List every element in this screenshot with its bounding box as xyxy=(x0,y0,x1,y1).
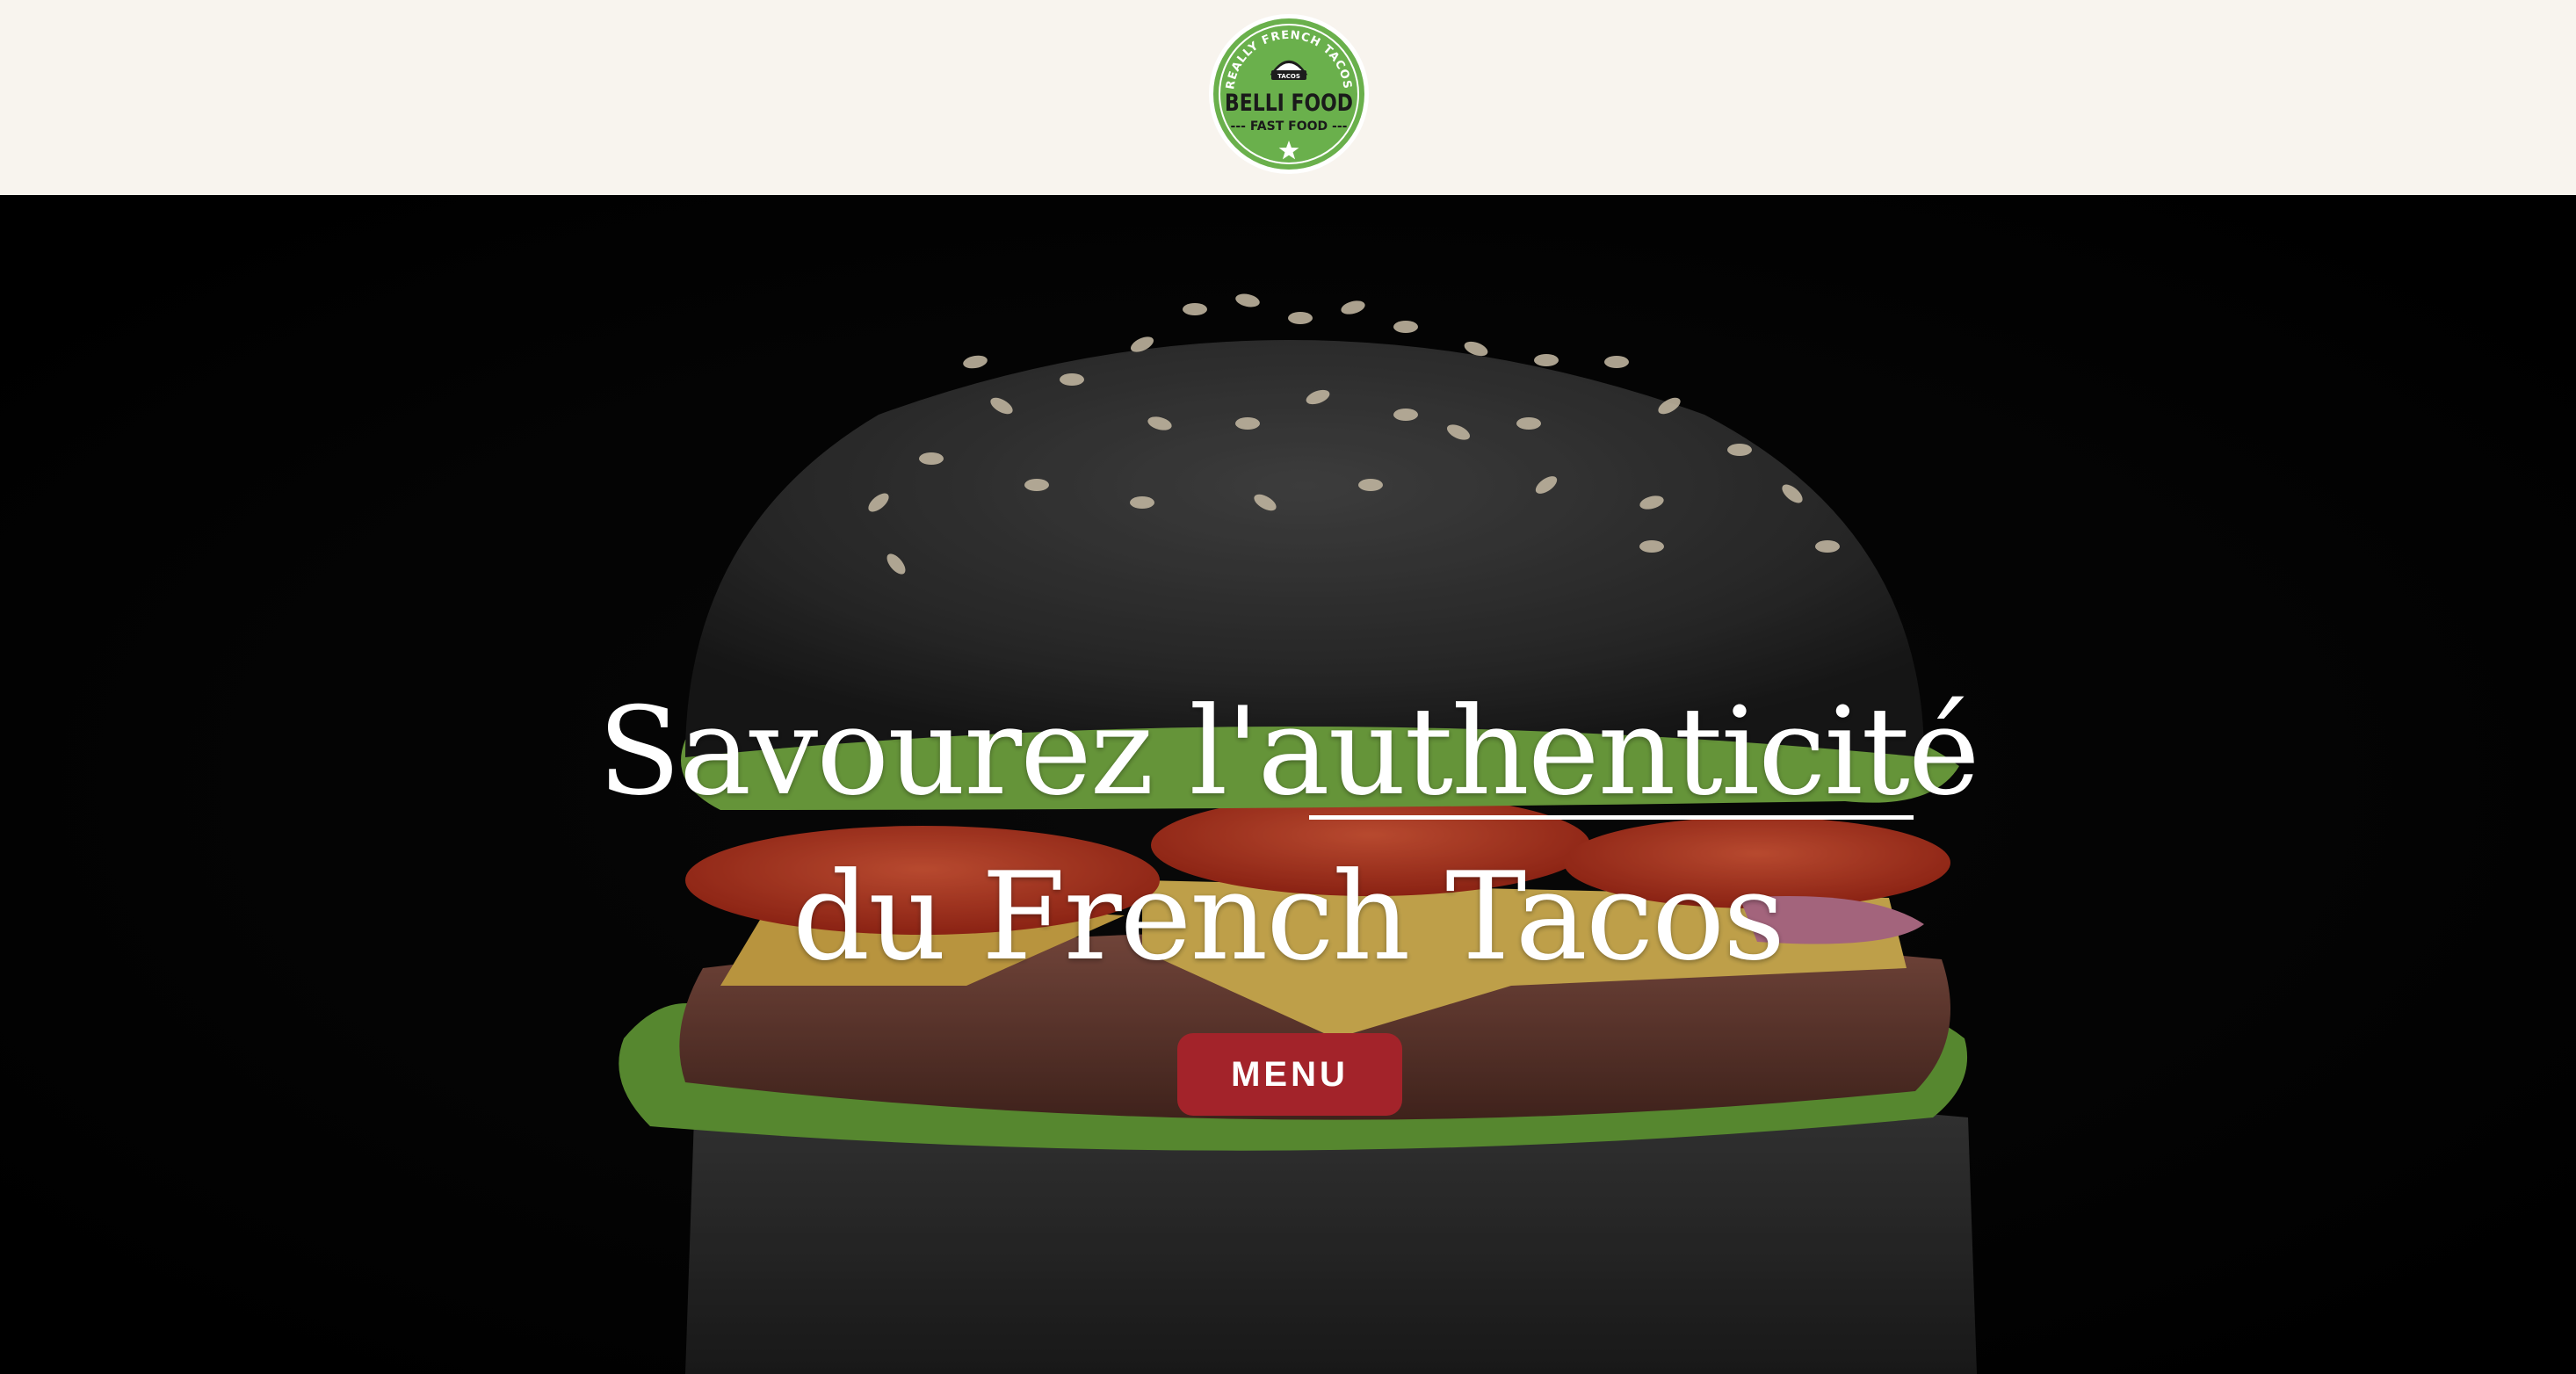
hero-headline: Savourez l'authenticité du French Tacos xyxy=(0,669,2576,1000)
belli-food-logo[interactable]: REALLY FRENCH TACOS TACOS BELLI FOOD ---… xyxy=(1207,12,1371,176)
headline-line-1: Savourez l'authenticité xyxy=(597,681,1979,822)
logo-badge-text: TACOS xyxy=(1277,73,1300,80)
headline-underline xyxy=(1309,815,1914,820)
site-header: REALLY FRENCH TACOS TACOS BELLI FOOD ---… xyxy=(0,0,2576,195)
headline-line-2: du French Tacos xyxy=(792,846,1785,987)
logo-brand-text: BELLI FOOD xyxy=(1225,90,1353,117)
menu-button[interactable]: MENU xyxy=(1177,1033,1402,1116)
logo-tagline-text: --- FAST FOOD --- xyxy=(1231,119,1348,134)
hero-section: Savourez l'authenticité du French Tacos … xyxy=(0,195,2576,1374)
